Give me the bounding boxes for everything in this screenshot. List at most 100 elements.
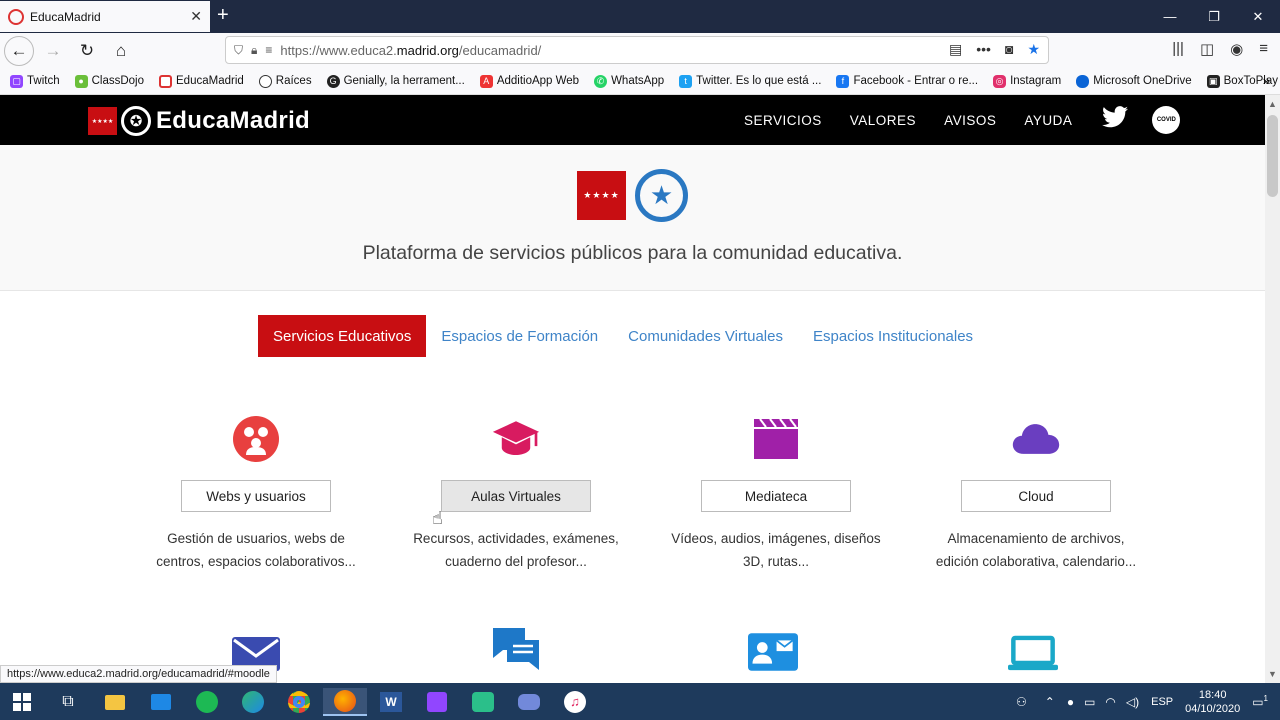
close-tab-icon[interactable]: ✕ [190, 8, 202, 25]
contact-card-icon [748, 628, 798, 676]
account-icon[interactable]: ◉ [1230, 40, 1243, 58]
mail-app-icon[interactable] [147, 688, 175, 716]
network-icon[interactable]: ◠ [1105, 695, 1115, 709]
bookmarks-bar: ▢ Twitch ● ClassDojo EducaMadrid Raíces GG… [0, 68, 1280, 95]
cloud-button[interactable]: Cloud [961, 480, 1111, 512]
people-icon[interactable]: ⚇ [1016, 695, 1027, 709]
itunes-icon[interactable]: ♫ [561, 688, 589, 716]
menu-valores[interactable]: VALORES [850, 113, 916, 128]
forward-button[interactable]: → [38, 36, 68, 66]
close-window-button[interactable]: ✕ [1236, 0, 1280, 33]
tab-espacios-formacion[interactable]: Espacios de Formación [426, 315, 613, 357]
reader-view-icon[interactable]: ▤ [949, 41, 962, 58]
browser-tab[interactable]: EducaMadrid ✕ [0, 1, 210, 32]
bookmark-onedrive[interactable]: Microsoft OneDrive [1076, 74, 1192, 88]
library-icon[interactable]: ||| [1172, 40, 1184, 58]
power-icon[interactable]: ▭ [1084, 695, 1095, 709]
card-mediateca: Mediateca Vídeos, audios, imágenes, dise… [666, 415, 886, 573]
new-tab-button[interactable]: + [217, 5, 229, 25]
bookmark-whatsapp[interactable]: ✆ WhatsApp [594, 74, 664, 88]
menu-icon[interactable]: ≡ [1259, 40, 1268, 58]
home-button[interactable]: ⌂ [106, 36, 136, 66]
permissions-icon[interactable]: ≡ [265, 43, 272, 57]
shield-icon[interactable]: ⛉ [234, 43, 243, 58]
system-tray: ⚇ ⌃ ● ▭ ◠ ◁) ESP 18:40 04/10/2020 ▭1 [1016, 683, 1280, 720]
volume-icon[interactable]: ◁) [1126, 695, 1139, 709]
chrome-icon[interactable] [285, 688, 313, 716]
game-app-icon[interactable] [469, 688, 497, 716]
bookmark-raices[interactable]: Raíces [258, 74, 312, 88]
page-actions-icon[interactable]: ••• [976, 41, 991, 58]
card-description: Almacenamiento de archivos, edición colab… [935, 531, 1137, 569]
file-explorer-icon[interactable] [101, 688, 129, 716]
spotify-icon[interactable] [193, 688, 221, 716]
bookmark-educamadrid[interactable]: EducaMadrid [159, 74, 244, 88]
firefox-icon[interactable] [323, 688, 367, 716]
word-icon[interactable]: W [377, 688, 405, 716]
aulas-virtuales-button[interactable]: Aulas Virtuales [441, 480, 591, 512]
notifications-icon[interactable]: ▭1 [1252, 694, 1268, 709]
tab-espacios-institucionales[interactable]: Espacios Institucionales [798, 315, 988, 357]
sidebar-icon[interactable]: ◫ [1200, 40, 1214, 58]
webs-usuarios-button[interactable]: Webs y usuarios [181, 480, 331, 512]
status-bar-url: https://www.educa2.madrid.org/educamadri… [0, 665, 277, 683]
bookmark-additioapp[interactable]: A AdditioApp Web [479, 74, 579, 88]
pocket-icon[interactable]: ◙ [1005, 41, 1013, 58]
menu-avisos[interactable]: AVISOS [944, 113, 996, 128]
menu-ayuda[interactable]: AYUDA [1024, 113, 1072, 128]
bookmark-facebook[interactable]: f Facebook - Entrar o re... [836, 74, 978, 88]
minimize-button[interactable]: — [1148, 0, 1192, 33]
hero-section: ★★★★ ★ Plataforma de servicios públicos … [0, 145, 1265, 291]
site-menu: SERVICIOS VALORES AVISOS AYUDA COVID [744, 95, 1181, 145]
site-header: ★★★★ ✪ EducaMadrid SERVICIOS VALORES AVI… [0, 95, 1265, 145]
language-indicator[interactable]: ESP [1151, 696, 1173, 708]
url-text[interactable]: https://www.educa2.madrid.org/educamadri… [280, 43, 541, 58]
madrid-flag-icon: ★★★★ [88, 107, 117, 135]
clock[interactable]: 18:40 04/10/2020 [1185, 688, 1240, 716]
twitter-icon[interactable] [1102, 106, 1129, 134]
card-cloud: Cloud Almacenamiento de archivos, edición… [926, 415, 1146, 573]
covid-icon[interactable]: COVID [1152, 106, 1181, 134]
browser-tab-bar: EducaMadrid ✕ + — ❐ ✕ [0, 0, 1280, 33]
back-button[interactable]: ← [4, 35, 34, 66]
laptop-icon [1008, 630, 1058, 678]
card-description: Vídeos, audios, imágenes, diseños 3D, rut… [671, 531, 881, 569]
discord-icon[interactable] [515, 688, 543, 716]
menu-servicios[interactable]: SERVICIOS [744, 113, 822, 128]
windows-taskbar: ⧉ W ♫ ⚇ ⌃ ● ▭ ◠ ◁) ESP 18:40 04/10/2020 ▭… [0, 683, 1280, 720]
site-logo[interactable]: ★★★★ ✪ EducaMadrid [88, 106, 310, 136]
bookmark-twitter[interactable]: t Twitter. Es lo que está ... [679, 74, 821, 88]
graduation-cap-icon [492, 415, 540, 463]
twitch-app-icon[interactable] [423, 688, 451, 716]
tab-title: EducaMadrid [30, 9, 101, 24]
tab-servicios-educativos[interactable]: Servicios Educativos [258, 315, 427, 357]
mediateca-button[interactable]: Mediateca [701, 480, 851, 512]
educamadrid-star-large-icon: ★ [635, 169, 688, 222]
microphone-icon[interactable]: ● [1067, 695, 1074, 709]
bookmark-genially[interactable]: G Genially, la herrament... [326, 74, 465, 88]
url-bar[interactable]: ⛉ 🔒︎ ≡ https://www.educa2.madrid.org/edu… [225, 36, 1049, 64]
scrollbar-thumb[interactable] [1267, 115, 1278, 197]
bookmark-classdojo[interactable]: ● ClassDojo [74, 74, 144, 88]
show-hidden-icons[interactable]: ⌃ [1045, 695, 1055, 709]
bookmark-star-icon[interactable]: ★ [1027, 41, 1040, 58]
madrid-flag-large-icon: ★★★★ [577, 171, 626, 220]
bookmark-instagram[interactable]: ◎ Instagram [993, 74, 1061, 88]
card-description: Gestión de usuarios, webs de centros, esp… [156, 531, 356, 569]
page-scrollbar[interactable]: ▲ ▼ [1265, 95, 1280, 683]
more-bookmarks-icon[interactable]: » [1263, 73, 1270, 88]
edge-icon[interactable] [239, 688, 267, 716]
educamadrid-star-icon: ✪ [121, 106, 151, 136]
browser-nav-bar: ← → ↻ ⌂ ⛉ 🔒︎ ≡ https://www.educa2.madrid… [0, 33, 1280, 68]
tagline: Plataforma de servicios públicos para la… [362, 242, 903, 264]
restore-button[interactable]: ❐ [1192, 0, 1236, 33]
task-view-icon[interactable]: ⧉ [54, 688, 82, 716]
bookmark-twitch[interactable]: ▢ Twitch [10, 74, 60, 88]
lock-icon[interactable]: 🔒︎ [251, 43, 257, 58]
windows-start-icon[interactable] [8, 688, 36, 716]
reload-button[interactable]: ↻ [72, 36, 102, 66]
card-webs-usuarios: Webs y usuarios Gestión de usuarios, web… [146, 415, 366, 573]
tab-comunidades-virtuales[interactable]: Comunidades Virtuales [613, 315, 798, 357]
scroll-up-arrow-icon[interactable]: ▲ [1268, 99, 1277, 109]
scroll-down-arrow-icon[interactable]: ▼ [1268, 669, 1277, 679]
